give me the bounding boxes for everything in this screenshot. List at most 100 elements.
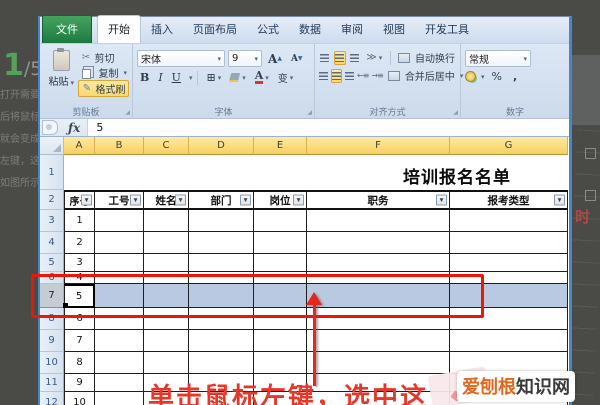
cell[interactable] — [254, 254, 307, 272]
chevron-down-icon[interactable]: ▾ — [189, 74, 193, 82]
column-header-a[interactable]: A — [64, 137, 95, 155]
cell-seq[interactable]: 2 — [64, 232, 95, 254]
cell[interactable] — [144, 352, 189, 374]
tab-review[interactable]: 审阅 — [331, 16, 373, 43]
cell[interactable] — [307, 330, 450, 352]
row-header-10[interactable]: 10 — [40, 352, 64, 374]
copy-button[interactable]: 复制 ▾ — [78, 65, 129, 80]
row-header-1[interactable]: 1 — [40, 155, 64, 190]
align-center-button[interactable] — [331, 68, 342, 83]
dialog-launcher-icon[interactable]: ◢ — [453, 110, 458, 116]
row-header-3[interactable]: 3 — [40, 210, 64, 232]
fill-color-button[interactable]: ▾ — [227, 70, 249, 85]
tab-formulas[interactable]: 公式 — [247, 16, 289, 43]
title-row-cell[interactable]: 培训报名名单 — [64, 155, 569, 190]
filter-icon[interactable]: ▼ — [240, 194, 251, 206]
font-color-button[interactable]: A ▾ — [252, 70, 272, 85]
currency-icon[interactable] — [465, 71, 476, 82]
shrink-font-button[interactable]: A ▼ — [288, 51, 306, 66]
align-middle-button[interactable] — [333, 50, 346, 65]
orientation-button[interactable]: ≫ ▾ — [363, 50, 385, 65]
cell[interactable] — [254, 330, 307, 352]
align-left-button[interactable] — [319, 69, 328, 83]
row-header-5[interactable]: 5 — [40, 254, 64, 272]
name-box[interactable] — [42, 120, 58, 135]
cell[interactable] — [307, 352, 450, 374]
filter-icon[interactable]: ▼ — [436, 194, 447, 206]
row-header-9[interactable]: 9 — [40, 330, 64, 352]
cell-seq[interactable]: 1 — [64, 210, 95, 232]
phonetic-button[interactable]: 变 ▾ — [275, 70, 297, 86]
column-header-c[interactable]: C — [144, 137, 189, 155]
header-cell-title[interactable]: 职务 ▼ — [307, 190, 450, 210]
filter-icon[interactable]: ▼ — [175, 194, 186, 206]
cell[interactable] — [189, 254, 254, 272]
cell[interactable] — [95, 254, 144, 272]
row-header-12[interactable]: 12 — [40, 392, 64, 405]
cell[interactable] — [307, 254, 450, 272]
italic-button[interactable]: I — [155, 70, 165, 85]
font-name-select[interactable]: 宋体 ▾ — [137, 50, 225, 67]
cell[interactable] — [189, 210, 254, 232]
cell[interactable] — [95, 392, 144, 405]
cell-seq[interactable]: 9 — [64, 374, 95, 392]
borders-button[interactable]: ⊞ ▾ — [203, 70, 224, 85]
number-format-select[interactable]: 常规 ▾ — [465, 50, 531, 67]
column-header-g[interactable]: G — [450, 137, 568, 155]
decrease-indent-icon[interactable]: ←≡ — [357, 71, 369, 80]
cell[interactable] — [307, 210, 450, 232]
merge-center-button[interactable]: 合并后居中 ▾ — [386, 68, 466, 83]
header-cell-seq[interactable]: 序号 ▼ — [64, 190, 95, 210]
cell-seq[interactable]: 7 — [64, 330, 95, 352]
header-cell-name[interactable]: 姓名 ▼ — [144, 190, 189, 210]
column-header-d[interactable]: D — [189, 137, 254, 155]
column-header-b[interactable]: B — [95, 137, 144, 155]
cell[interactable] — [450, 210, 568, 232]
cell[interactable] — [254, 210, 307, 232]
cell[interactable] — [450, 330, 568, 352]
wrap-text-button[interactable]: 自动换行 — [396, 50, 457, 65]
header-cell-examtype[interactable]: 报考类型 ▼ — [450, 190, 568, 210]
tab-data[interactable]: 数据 — [289, 16, 331, 43]
cut-button[interactable]: ✂ 剪切 — [78, 50, 129, 65]
tab-insert[interactable]: 插入 — [141, 16, 183, 43]
filter-icon[interactable]: ▼ — [130, 194, 141, 206]
cell-seq[interactable]: 8 — [64, 352, 95, 374]
filter-icon[interactable]: ▼ — [81, 194, 92, 206]
dialog-launcher-icon[interactable]: ◢ — [307, 110, 312, 116]
filter-icon[interactable]: ▼ — [293, 194, 304, 206]
cell[interactable] — [189, 352, 254, 374]
cell[interactable] — [144, 210, 189, 232]
cell[interactable] — [95, 330, 144, 352]
row-header-2[interactable]: 2 — [40, 190, 64, 210]
filter-icon[interactable]: ▼ — [554, 194, 565, 206]
increase-indent-icon[interactable]: →≡ — [371, 71, 383, 80]
font-size-select[interactable]: 9 ▾ — [228, 50, 262, 67]
cell-seq[interactable]: 3 — [64, 254, 95, 272]
select-all-corner[interactable] — [40, 137, 64, 155]
cell[interactable] — [307, 232, 450, 254]
comma-button[interactable]: , — [509, 70, 521, 83]
cell[interactable] — [254, 352, 307, 374]
row-header-11[interactable]: 11 — [40, 374, 64, 392]
cell[interactable] — [450, 232, 568, 254]
header-cell-post[interactable]: 岗位 ▼ — [254, 190, 307, 210]
column-header-f[interactable]: F — [307, 137, 450, 155]
chevron-down-icon[interactable]: ▾ — [481, 73, 485, 81]
row-header-4[interactable]: 4 — [40, 232, 64, 254]
cell[interactable] — [189, 232, 254, 254]
tab-home[interactable]: 开始 — [97, 15, 141, 43]
cell[interactable] — [254, 232, 307, 254]
cell[interactable] — [95, 374, 144, 392]
cell[interactable] — [144, 254, 189, 272]
cell[interactable] — [144, 232, 189, 254]
align-bottom-button[interactable] — [349, 51, 361, 65]
cell[interactable] — [95, 210, 144, 232]
cell-seq[interactable]: 10 — [64, 392, 95, 405]
align-top-button[interactable] — [319, 51, 331, 65]
cell[interactable] — [450, 254, 568, 272]
paste-button[interactable]: 粘贴 ▾ — [44, 47, 78, 105]
formula-input[interactable]: 5 — [87, 119, 569, 136]
percent-button[interactable]: % — [488, 70, 506, 83]
tab-page-layout[interactable]: 页面布局 — [183, 16, 247, 43]
